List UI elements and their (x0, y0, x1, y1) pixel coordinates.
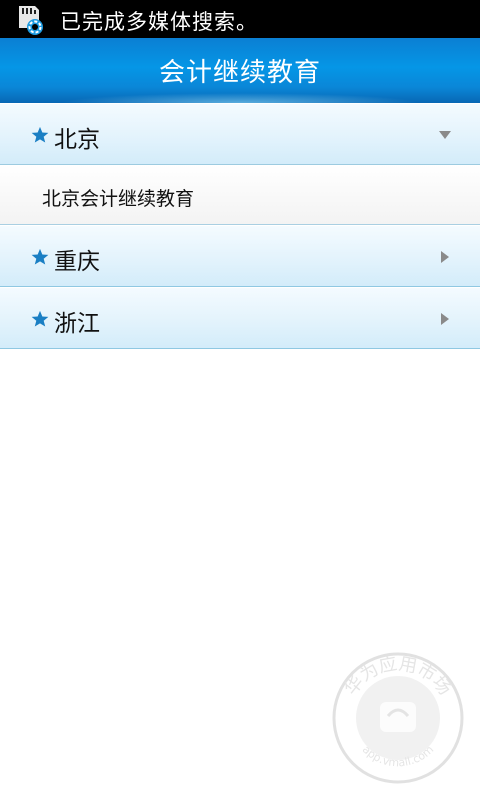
status-message: 已完成多媒体搜索。 (60, 10, 258, 34)
watermark-logo: 华为应用市场 app.vmall.com (332, 652, 464, 784)
chevron-down-icon (439, 131, 451, 139)
group-label: 北京 (54, 127, 100, 153)
list-item-beijing-accounting[interactable]: 北京会计继续教育 (0, 165, 480, 225)
group-label: 浙江 (54, 311, 100, 337)
chevron-right-icon (441, 313, 449, 325)
list-item-label: 北京会计继续教育 (42, 188, 195, 210)
star-icon (31, 248, 49, 265)
group-chongqing[interactable]: 重庆 (0, 225, 480, 287)
chevron-right-icon (441, 251, 449, 263)
group-zhejiang[interactable]: 浙江 (0, 287, 480, 349)
sd-card-settings-icon (19, 6, 43, 35)
region-list: 北京 北京会计继续教育 重庆 浙江 (0, 103, 480, 349)
star-icon (31, 310, 49, 327)
group-beijing[interactable]: 北京 (0, 103, 480, 165)
status-bar: 已完成多媒体搜索。 (0, 0, 480, 38)
title-bar: 会计继续教育 (0, 38, 480, 103)
page-title: 会计继续教育 (158, 58, 321, 88)
group-label: 重庆 (54, 249, 100, 275)
star-icon (31, 126, 49, 143)
